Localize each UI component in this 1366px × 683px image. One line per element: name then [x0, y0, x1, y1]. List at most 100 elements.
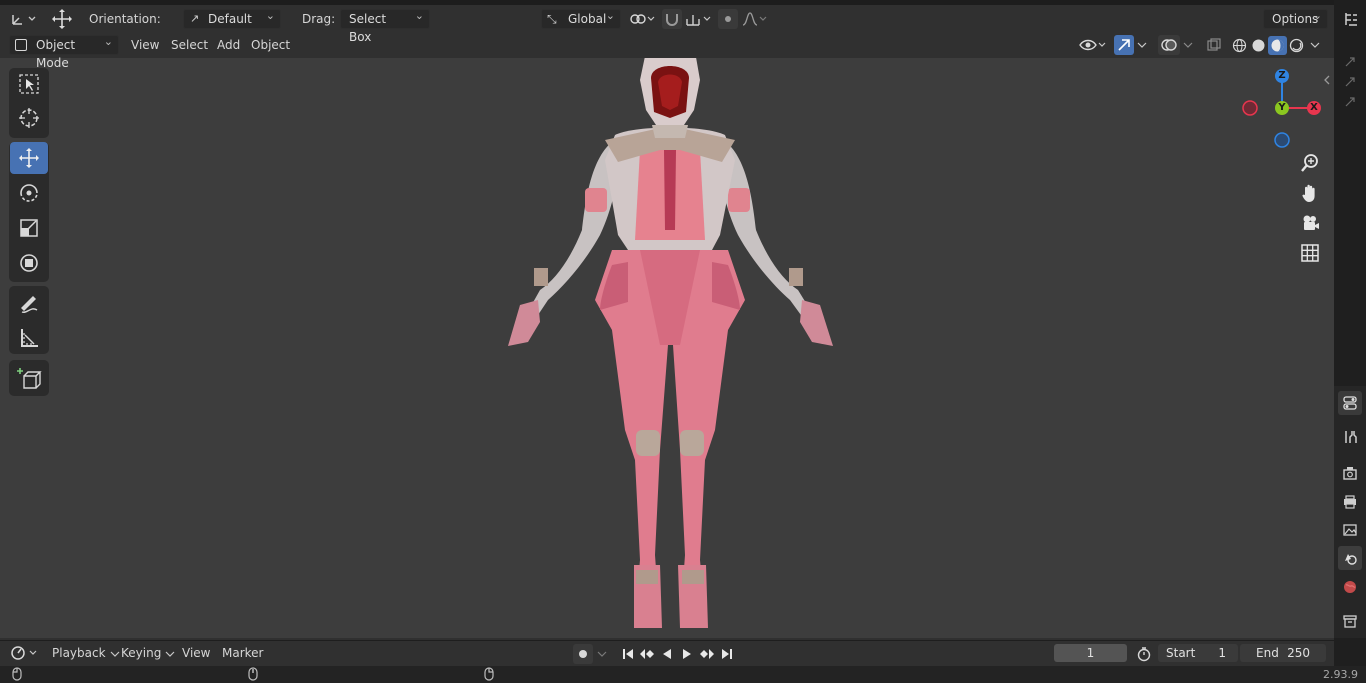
play-button[interactable] — [677, 644, 697, 664]
visibility-dropdown[interactable] — [1077, 35, 1109, 55]
cursor-tool[interactable] — [10, 102, 48, 134]
timeline-header: Playback Keying View Marker 1 Start 1 En… — [0, 640, 1334, 666]
pivot-point-button[interactable] — [626, 9, 658, 29]
wireframe-sphere-icon — [1232, 38, 1247, 53]
chevron-down-icon — [1137, 42, 1147, 48]
magnet-icon — [666, 14, 678, 26]
end-frame-field[interactable]: End 250 — [1240, 644, 1326, 662]
pan-button[interactable] — [1297, 180, 1323, 206]
3d-viewport[interactable]: Z Y X — [0, 58, 1334, 638]
next-keyframe-icon — [700, 649, 714, 659]
play-reverse-icon — [663, 649, 671, 659]
world-tab[interactable] — [1338, 575, 1362, 599]
mouse-right-icon — [484, 667, 494, 681]
wireframe-shading-button[interactable] — [1230, 36, 1249, 55]
snap-toggle[interactable] — [662, 9, 682, 29]
object-menu[interactable]: Object — [246, 35, 295, 55]
image-icon — [1343, 524, 1357, 536]
jump-start-icon — [623, 649, 633, 659]
solid-sphere-icon — [1252, 39, 1265, 52]
drag-label: Drag: — [302, 12, 336, 26]
material-preview-button[interactable] — [1268, 36, 1287, 55]
orientation-label: Orientation: — [89, 12, 161, 26]
mouse-middle-icon — [248, 667, 258, 681]
tool-tab[interactable] — [1338, 425, 1362, 449]
jump-end-icon — [722, 649, 732, 659]
perspective-toggle-button[interactable] — [1297, 240, 1323, 266]
move-tool[interactable] — [10, 142, 48, 174]
options-label: Options — [1272, 12, 1319, 26]
jump-start-button[interactable] — [618, 644, 638, 664]
gizmo-dropdown[interactable] — [1134, 35, 1150, 55]
falloff-icon — [742, 12, 767, 26]
rendered-shading-button[interactable] — [1287, 36, 1306, 55]
select-box-tool[interactable] — [10, 68, 48, 100]
scene-tab[interactable] — [1338, 546, 1362, 570]
orientation-value: Default — [208, 12, 252, 26]
prev-keyframe-icon — [640, 649, 654, 659]
annotate-tool[interactable] — [10, 288, 48, 320]
gizmo-x-label: X — [1310, 102, 1318, 113]
mouse-left-icon — [12, 667, 22, 681]
orientation-dropdown[interactable]: ↗ Default — [183, 7, 281, 29]
keying-menu[interactable]: Keying — [116, 643, 179, 663]
start-frame-field[interactable]: Start 1 — [1158, 644, 1238, 662]
play-reverse-button[interactable] — [657, 644, 677, 664]
playback-menu[interactable]: Playback — [47, 643, 124, 663]
view-menu[interactable]: View — [126, 35, 164, 55]
overlays-toggle[interactable] — [1158, 35, 1180, 55]
zoom-button[interactable] — [1297, 150, 1323, 176]
hand-icon — [1302, 184, 1315, 202]
gizmo-neg-z[interactable] — [1274, 132, 1290, 148]
drag-dropdown[interactable]: Select Box — [340, 7, 430, 44]
viewport-sidebar-toggle[interactable] — [1320, 70, 1334, 90]
object-mode-icon — [15, 39, 27, 51]
outliner-icon[interactable] — [1340, 8, 1362, 30]
preview-range-toggle[interactable] — [1134, 644, 1154, 664]
add-menu[interactable]: Add — [212, 35, 245, 55]
collection-tab[interactable] — [1338, 609, 1362, 633]
gizmo-toggle[interactable] — [1114, 35, 1134, 55]
jump-end-button[interactable] — [717, 644, 737, 664]
measure-icon — [21, 329, 38, 347]
snap-target-dropdown[interactable] — [684, 9, 714, 29]
properties-editor-icon[interactable] — [1338, 391, 1362, 415]
add-cube-tool[interactable] — [10, 363, 48, 395]
xray-toggle[interactable] — [1204, 35, 1224, 55]
overlays-dropdown[interactable] — [1180, 35, 1196, 55]
measure-tool[interactable] — [10, 322, 48, 354]
mode-dropdown[interactable]: Object Mode — [9, 33, 119, 70]
move-transform-icon[interactable] — [48, 7, 76, 31]
next-keyframe-button[interactable] — [697, 644, 717, 664]
restrict-toggles — [1340, 52, 1362, 112]
options-dropdown[interactable]: Options — [1263, 7, 1328, 29]
rotate-tool[interactable] — [10, 177, 48, 209]
xray-icon — [1207, 38, 1221, 51]
falloff-dropdown[interactable] — [740, 9, 770, 29]
chevron-left-icon — [1324, 75, 1330, 85]
keying-options-dropdown[interactable] — [594, 644, 610, 664]
cursor-icon — [19, 108, 39, 128]
material-sphere-icon — [1271, 39, 1284, 52]
shading-dropdown[interactable] — [1307, 35, 1323, 55]
timeline-view-menu[interactable]: View — [177, 643, 215, 663]
timeline-editor-type-button[interactable] — [8, 643, 40, 663]
prev-keyframe-button[interactable] — [637, 644, 657, 664]
scale-tool[interactable] — [10, 212, 48, 244]
transform-space-dropdown[interactable]: ⤡ Global — [541, 7, 621, 29]
proportional-edit-toggle[interactable] — [718, 9, 738, 29]
camera-view-button[interactable] — [1297, 210, 1323, 236]
render-tab[interactable] — [1338, 461, 1362, 485]
output-tab[interactable] — [1338, 490, 1362, 514]
select-menu[interactable]: Select — [166, 35, 213, 55]
current-frame-field[interactable]: 1 — [1054, 644, 1127, 662]
solid-shading-button[interactable] — [1249, 36, 1268, 55]
marker-menu[interactable]: Marker — [217, 643, 268, 663]
axes-icon — [12, 15, 36, 25]
auto-keying-toggle[interactable] — [573, 644, 593, 664]
gizmo-neg-x[interactable] — [1242, 100, 1258, 116]
editor-type-button[interactable] — [6, 8, 40, 30]
playback-label: Playback — [52, 646, 106, 660]
view-layer-tab[interactable] — [1338, 518, 1362, 542]
transform-tool[interactable] — [10, 247, 48, 279]
